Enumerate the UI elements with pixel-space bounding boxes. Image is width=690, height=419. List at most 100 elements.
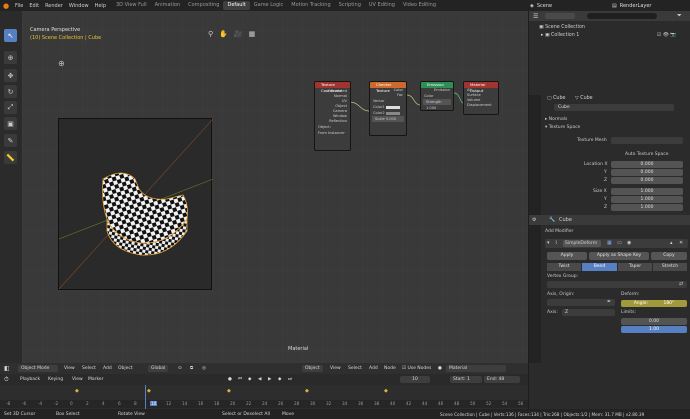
strength-field[interactable]: Strength 1.000: [423, 99, 451, 110]
timeline-body[interactable]: -8 -6 -4 -2 0 2 4 6 8 10 12 14 16 18 20 22 24 26 28 30 32 34 3…: [0, 385, 528, 409]
menu-help[interactable]: Help: [92, 3, 109, 9]
current-frame-field[interactable]: 10: [400, 376, 430, 383]
transform-tool-icon[interactable]: ▣: [4, 117, 17, 130]
vertex-group-field[interactable]: [547, 281, 687, 288]
next-key-icon[interactable]: ◆: [278, 376, 281, 383]
select-tool-icon[interactable]: ↖: [4, 29, 17, 42]
annotate-tool-icon[interactable]: ✎: [4, 134, 17, 147]
render-layer-selector[interactable]: ▤ RenderLayer: [612, 1, 690, 10]
tab-video-editing[interactable]: Video Editing: [399, 1, 440, 10]
viewport-toggle-icon[interactable]: ▭: [617, 240, 622, 246]
editor-type-icon[interactable]: ◧: [4, 365, 10, 372]
expand-arrow-icon[interactable]: ▸: [541, 33, 543, 38]
menu-view[interactable]: View: [64, 365, 75, 372]
node-menu-select[interactable]: Select: [348, 365, 362, 372]
start-frame-field[interactable]: Start: 1: [450, 376, 482, 383]
orientation-dropdown[interactable]: Global: [148, 365, 169, 372]
use-nodes-checkbox[interactable]: ☑ Use Nodes: [402, 365, 431, 372]
material-selector[interactable]: Material: [446, 365, 506, 372]
tab-game-logic[interactable]: Game Logic: [250, 1, 288, 10]
filter-icon[interactable]: ⏷: [677, 12, 682, 20]
node-material-output[interactable]: Material Output All Surface Volume Displ…: [463, 81, 499, 115]
node-menu-add[interactable]: Add: [369, 365, 378, 372]
axis-origin-field[interactable]: [547, 299, 615, 306]
outliner-editor-icon[interactable]: ☰: [533, 13, 538, 20]
keyframe-icon[interactable]: ◆: [384, 388, 388, 394]
scene-selector[interactable]: ◈ Scene: [530, 1, 610, 10]
tab-uv-editing[interactable]: UV Editing: [365, 1, 399, 10]
from-instancer-checkbox[interactable]: From Instancer: [315, 130, 350, 136]
snap-icon[interactable]: ⧉: [190, 365, 193, 372]
collapse-arrow-icon[interactable]: ▾: [547, 240, 550, 246]
color1-swatch[interactable]: [385, 105, 400, 109]
axis-dropdown[interactable]: Z: [562, 309, 615, 316]
texture-mesh-field[interactable]: [611, 137, 683, 144]
cursor-tool-icon[interactable]: ⊕: [4, 51, 17, 64]
auto-texture-space-checkbox[interactable]: Auto Texture Space: [625, 152, 669, 157]
tab-scripting[interactable]: Scripting: [335, 1, 365, 10]
eyedropper-icon[interactable]: ✒: [607, 299, 611, 305]
menu-window[interactable]: Window: [66, 3, 92, 9]
keyframe-icon[interactable]: ◆: [75, 388, 79, 394]
measure-tool-icon[interactable]: 📏: [4, 151, 17, 164]
record-icon[interactable]: ●: [228, 376, 232, 383]
outliner-row-collection-1[interactable]: ▸ ▣ Collection 1 ☑ 👁 📷: [541, 33, 676, 38]
socket-displacement[interactable]: Displacement: [464, 103, 498, 108]
play-reverse-icon[interactable]: ◀: [258, 376, 261, 383]
keyframe-icon[interactable]: ◆: [147, 388, 151, 394]
outliner-search-input[interactable]: [587, 13, 657, 19]
menu-edit[interactable]: Edit: [26, 3, 42, 9]
node-menu-node[interactable]: Node: [384, 365, 396, 372]
tab-3d-view-full[interactable]: 3D View Full: [112, 1, 151, 10]
add-modifier-button[interactable]: Add Modifier: [545, 229, 573, 234]
location-x-field[interactable]: 0.000: [611, 161, 683, 168]
move-up-icon[interactable]: ▴: [670, 240, 673, 246]
mesh-name-field[interactable]: Cube: [554, 104, 674, 111]
keyframe-icon[interactable]: ◆: [305, 388, 309, 394]
tab-compositing[interactable]: Compositing: [184, 1, 223, 10]
render-layer-name[interactable]: RenderLayer: [620, 3, 652, 9]
edit-mode-toggle-icon[interactable]: ▦: [607, 240, 612, 246]
camera-icon[interactable]: 📷: [670, 33, 676, 38]
keyframe-icon[interactable]: ◆: [227, 388, 231, 394]
angle-field[interactable]: Angle: 180°: [621, 300, 687, 307]
tab-bend[interactable]: Bend: [582, 263, 617, 271]
display-mode-dropdown[interactable]: [545, 13, 575, 19]
end-frame-field[interactable]: End: 48: [484, 376, 520, 383]
pivot-icon[interactable]: ⊙: [178, 365, 182, 372]
menu-render[interactable]: Render: [42, 3, 66, 9]
node-emission[interactable]: Emission Emission Color Strength 1.000: [420, 81, 454, 111]
mode-dropdown[interactable]: Object Mode: [18, 365, 58, 372]
tab-animation[interactable]: Animation: [151, 1, 185, 10]
frame-ruler[interactable]: -8 -6 -4 -2 0 2 4 6 8 10 12 14 16 18 20 22 24 26 28 30 32 34 3…: [0, 400, 528, 408]
render-toggle-icon[interactable]: ◉: [627, 240, 631, 246]
tab-stretch[interactable]: Stretch: [653, 263, 687, 271]
node-checker-texture[interactable]: Checker Texture Color Fac Vector Color1 …: [369, 81, 407, 136]
menu-add[interactable]: Add: [103, 365, 112, 372]
node-texture-coordinate[interactable]: Texture Coordinate Generated Normal UV O…: [314, 81, 351, 151]
color2-swatch[interactable]: [385, 111, 400, 115]
modifier-name-field[interactable]: SimpleDeform: [563, 240, 601, 247]
menu-keying[interactable]: Keying: [48, 376, 63, 383]
shader-type-dropdown[interactable]: Object: [302, 365, 323, 372]
menu-object[interactable]: Object: [118, 365, 133, 372]
play-icon[interactable]: ▶: [268, 376, 271, 383]
outliner-row-scene-collection[interactable]: ▣ Scene Collection: [539, 25, 585, 30]
jump-end-icon[interactable]: ⏭: [288, 376, 292, 383]
tab-motion-tracking[interactable]: Motion Tracking: [287, 1, 334, 10]
apply-as-shape-key-button[interactable]: Apply as Shape Key: [589, 252, 649, 260]
menu-playback[interactable]: Playback: [20, 376, 40, 383]
size-z-field[interactable]: 1.000: [611, 204, 683, 211]
limit-high-field[interactable]: 1.00: [621, 326, 687, 333]
menu-timeline-view[interactable]: View: [72, 376, 83, 383]
remove-modifier-icon[interactable]: ✕: [679, 240, 683, 246]
menu-file[interactable]: File: [12, 3, 26, 9]
tab-twist[interactable]: Twist: [547, 263, 581, 271]
scale-tool-icon[interactable]: ⤢: [4, 101, 17, 114]
location-z-field[interactable]: 0.000: [611, 177, 683, 184]
menu-marker[interactable]: Marker: [88, 376, 104, 383]
rotate-tool-icon[interactable]: ↻: [4, 85, 17, 98]
prev-key-icon[interactable]: ◆: [248, 376, 251, 383]
move-tool-icon[interactable]: ✥: [4, 69, 17, 82]
invert-icon[interactable]: ⇄: [679, 281, 683, 287]
